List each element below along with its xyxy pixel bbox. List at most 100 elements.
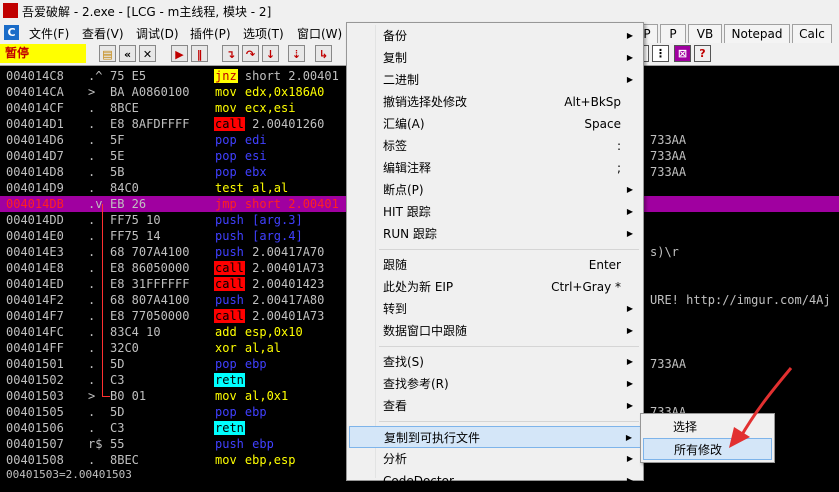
row-address: 00401501 bbox=[6, 357, 64, 371]
context-menu-item[interactable]: 查找(S) ▶ bbox=[349, 351, 641, 373]
restart-icon[interactable]: « bbox=[119, 45, 136, 62]
context-menu-item[interactable]: 转到 ▶ bbox=[349, 298, 641, 320]
toolbar-vb-button[interactable]: VB bbox=[688, 24, 722, 44]
menu-options[interactable]: 选项(T) bbox=[243, 25, 284, 42]
submenu-arrow-icon: ▶ bbox=[626, 476, 633, 485]
help-icon[interactable]: ? bbox=[694, 45, 711, 62]
row-hex-bytes: 32C0 bbox=[110, 341, 139, 355]
context-menu-item[interactable]: 复制 ▶ bbox=[349, 47, 641, 69]
menu-item-label: 断点(P) bbox=[383, 183, 424, 197]
menu-item-label: 转到 bbox=[383, 302, 408, 316]
submenu-item[interactable]: 所有修改 bbox=[643, 438, 772, 460]
menu-view[interactable]: 查看(V) bbox=[82, 25, 124, 42]
menu-separator bbox=[379, 421, 639, 422]
row-address: 00401503 bbox=[6, 389, 64, 403]
row-address: 004014CA bbox=[6, 85, 64, 99]
row-hex-bytes: 84C0 bbox=[110, 181, 139, 195]
row-address: 004014E3 bbox=[6, 245, 64, 259]
step-over-icon[interactable]: ↷ bbox=[242, 45, 259, 62]
row-jump-marker: . bbox=[88, 405, 96, 419]
k-icon[interactable]: ⊠ bbox=[674, 45, 691, 62]
row-instruction: pop edi bbox=[214, 132, 267, 148]
row-address: 004014ED bbox=[6, 277, 64, 291]
row-operand: 2.00401423 bbox=[244, 277, 325, 291]
menu-plugins[interactable]: 插件(P) bbox=[190, 25, 231, 42]
context-menu-item[interactable]: 分析 ▶ bbox=[349, 448, 641, 470]
context-menu-item[interactable]: RUN 跟踪 ▶ bbox=[349, 223, 641, 245]
toolbar-p-button-2[interactable]: P bbox=[660, 24, 686, 44]
row-operand: short 2.00401 bbox=[237, 197, 339, 211]
context-menu-item[interactable]: 复制到可执行文件 ▶ bbox=[349, 426, 641, 448]
row-jump-marker: . bbox=[88, 117, 96, 131]
menu-item-label: 复制到可执行文件 bbox=[384, 431, 481, 445]
row-mnemonic: push bbox=[215, 229, 244, 243]
row-mnemonic: push bbox=[215, 437, 244, 451]
row-mnemonic: pop bbox=[215, 133, 237, 147]
row-jump-marker: . bbox=[88, 133, 96, 147]
menu-debug[interactable]: 调试(D) bbox=[136, 25, 179, 42]
row-jump-marker: . bbox=[88, 309, 96, 323]
row-hex-bytes: FF75 10 bbox=[110, 213, 161, 227]
context-menu-item[interactable]: 查找参考(R) ▶ bbox=[349, 373, 641, 395]
row-instruction: push ebp bbox=[214, 436, 274, 452]
toolbar-calc-button[interactable]: Calc bbox=[792, 24, 832, 44]
submenu-item[interactable]: 选择 bbox=[643, 416, 772, 438]
context-menu-item[interactable]: CodeDoctor ▶ bbox=[349, 470, 641, 492]
row-mnemonic: pop bbox=[215, 405, 237, 419]
trace-into-icon[interactable]: ↓ bbox=[262, 45, 279, 62]
submenu-item-label: 所有修改 bbox=[674, 443, 723, 457]
execute-till-return-icon[interactable]: ↳ bbox=[315, 45, 332, 62]
run-icon[interactable]: ▶ bbox=[171, 45, 188, 62]
trace-over-icon[interactable]: ⇣ bbox=[288, 45, 305, 62]
row-mnemonic: call bbox=[214, 261, 245, 275]
menu-item-shortcut: Alt+BkSp bbox=[564, 95, 621, 109]
context-menu-item[interactable]: 查看 ▶ bbox=[349, 395, 641, 417]
row-address: 004014D6 bbox=[6, 133, 64, 147]
row-mnemonic: mov bbox=[215, 389, 237, 403]
pause-icon[interactable]: ‖ bbox=[191, 45, 208, 62]
row-jump-marker: . bbox=[88, 261, 96, 275]
context-menu-item[interactable]: 断点(P) ▶ bbox=[349, 179, 641, 201]
context-menu-item[interactable]: 标签: bbox=[349, 135, 641, 157]
script-icon[interactable]: ⋮ bbox=[652, 45, 669, 62]
row-address: 00401506 bbox=[6, 421, 64, 435]
menu-window[interactable]: 窗口(W) bbox=[297, 25, 342, 42]
context-menu-item[interactable]: 撤销选择处修改 Alt+BkSp bbox=[349, 91, 641, 113]
row-instruction: mov ebp,esp bbox=[214, 452, 295, 468]
context-menu-item[interactable]: 汇编(A) Space bbox=[349, 113, 641, 135]
row-operand: [arg.3] bbox=[244, 213, 303, 227]
row-mnemonic: push bbox=[215, 213, 244, 227]
context-menu-item[interactable]: HIT 跟踪 ▶ bbox=[349, 201, 641, 223]
row-operand: al,al bbox=[237, 341, 282, 355]
open-folder-icon[interactable]: ▤ bbox=[99, 45, 116, 62]
row-mnemonic: jmp bbox=[215, 197, 237, 211]
row-operand: 2.00401A73 bbox=[244, 261, 325, 275]
row-comment: 733AA bbox=[650, 357, 687, 371]
row-instruction: push 2.00417A70 bbox=[214, 244, 324, 260]
context-menu-item[interactable]: 数据窗口中跟随 ▶ bbox=[349, 320, 641, 342]
row-address: 004014D8 bbox=[6, 165, 64, 179]
row-comment: 733AA bbox=[650, 149, 687, 163]
step-into-icon[interactable]: ↴ bbox=[222, 45, 239, 62]
submenu-arrow-icon: ▶ bbox=[626, 229, 633, 238]
row-hex-bytes: 68 707A4100 bbox=[110, 245, 190, 259]
menu-item-label: CodeDoctor bbox=[383, 474, 454, 488]
submenu-arrow-icon: ▶ bbox=[626, 379, 633, 388]
context-menu-item[interactable]: 备份 ▶ bbox=[349, 25, 641, 47]
context-menu-item[interactable]: 跟随 Enter bbox=[349, 254, 641, 276]
row-operand: ebx bbox=[237, 165, 267, 179]
row-operand: ebp bbox=[237, 405, 267, 419]
row-jump-marker: . bbox=[88, 245, 96, 259]
row-mnemonic: mov bbox=[215, 101, 237, 115]
menu-separator bbox=[379, 249, 639, 250]
context-menu-item[interactable]: 编辑注释; bbox=[349, 157, 641, 179]
close-icon[interactable]: ✕ bbox=[139, 45, 156, 62]
row-address: 004014FF bbox=[6, 341, 64, 355]
menu-file[interactable]: 文件(F) bbox=[29, 25, 69, 42]
submenu-arrow-icon: ▶ bbox=[626, 53, 633, 62]
row-operand: esp,0x10 bbox=[237, 325, 303, 339]
toolbar-notepad-button[interactable]: Notepad bbox=[724, 24, 790, 44]
cpu-window-icon[interactable]: C bbox=[4, 25, 19, 40]
context-menu-item[interactable]: 此处为新 EIP Ctrl+Gray * bbox=[349, 276, 641, 298]
context-menu-item[interactable]: 二进制 ▶ bbox=[349, 69, 641, 91]
